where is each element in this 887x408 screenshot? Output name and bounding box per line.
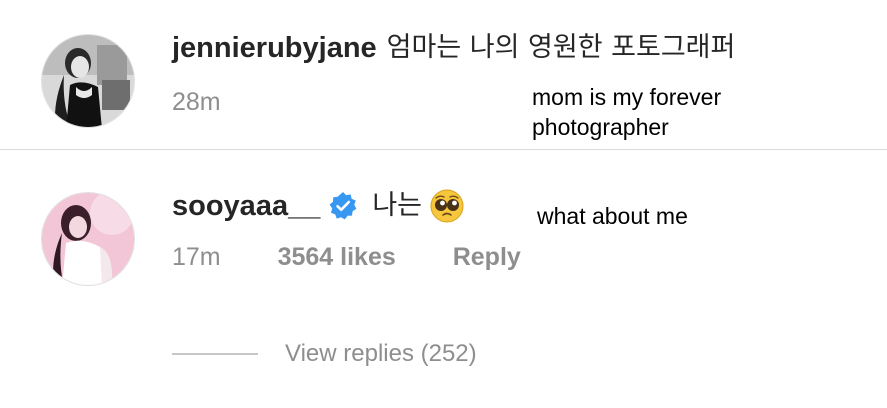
timestamp: 28m [172,88,221,116]
avatar-image [42,35,134,127]
translation-annotation: what about me [537,203,688,229]
comment-line: jennierubyjane 엄마는 나의 영원한 포토그래퍼 [172,30,735,66]
view-replies-button[interactable]: View replies (252) [172,340,477,368]
comment-text: 엄마는 나의 영원한 포토그래퍼 [386,32,736,63]
comment-jennierubyjane: jennierubyjane 엄마는 나의 영원한 포토그래퍼 28m mom … [0,0,887,150]
verified-badge-icon [328,191,358,221]
view-replies-label: View replies (252) [285,340,477,367]
likes-count[interactable]: 3564 likes [278,243,396,272]
translation-annotation: mom is my forever photographer [532,84,722,140]
reply-button[interactable]: Reply [453,243,521,272]
avatar-image [42,193,134,285]
timestamp: 17m [172,243,221,271]
comment-meta: 17m 3564 likes Reply [172,243,521,272]
username[interactable]: jennierubyjane [172,30,377,66]
comment-sooyaaa: sooyaaa__ 나는 what about me 17m 3564 like… [0,150,887,408]
pleading-face-emoji-icon [430,189,464,223]
username[interactable]: sooyaaa__ [172,188,320,224]
comment-text: 나는 [372,190,423,221]
view-replies-line [172,353,258,355]
comment-meta: 28m [172,88,221,117]
avatar[interactable] [41,192,135,286]
comment-line: sooyaaa__ 나는 [172,188,464,224]
avatar[interactable] [41,34,135,128]
